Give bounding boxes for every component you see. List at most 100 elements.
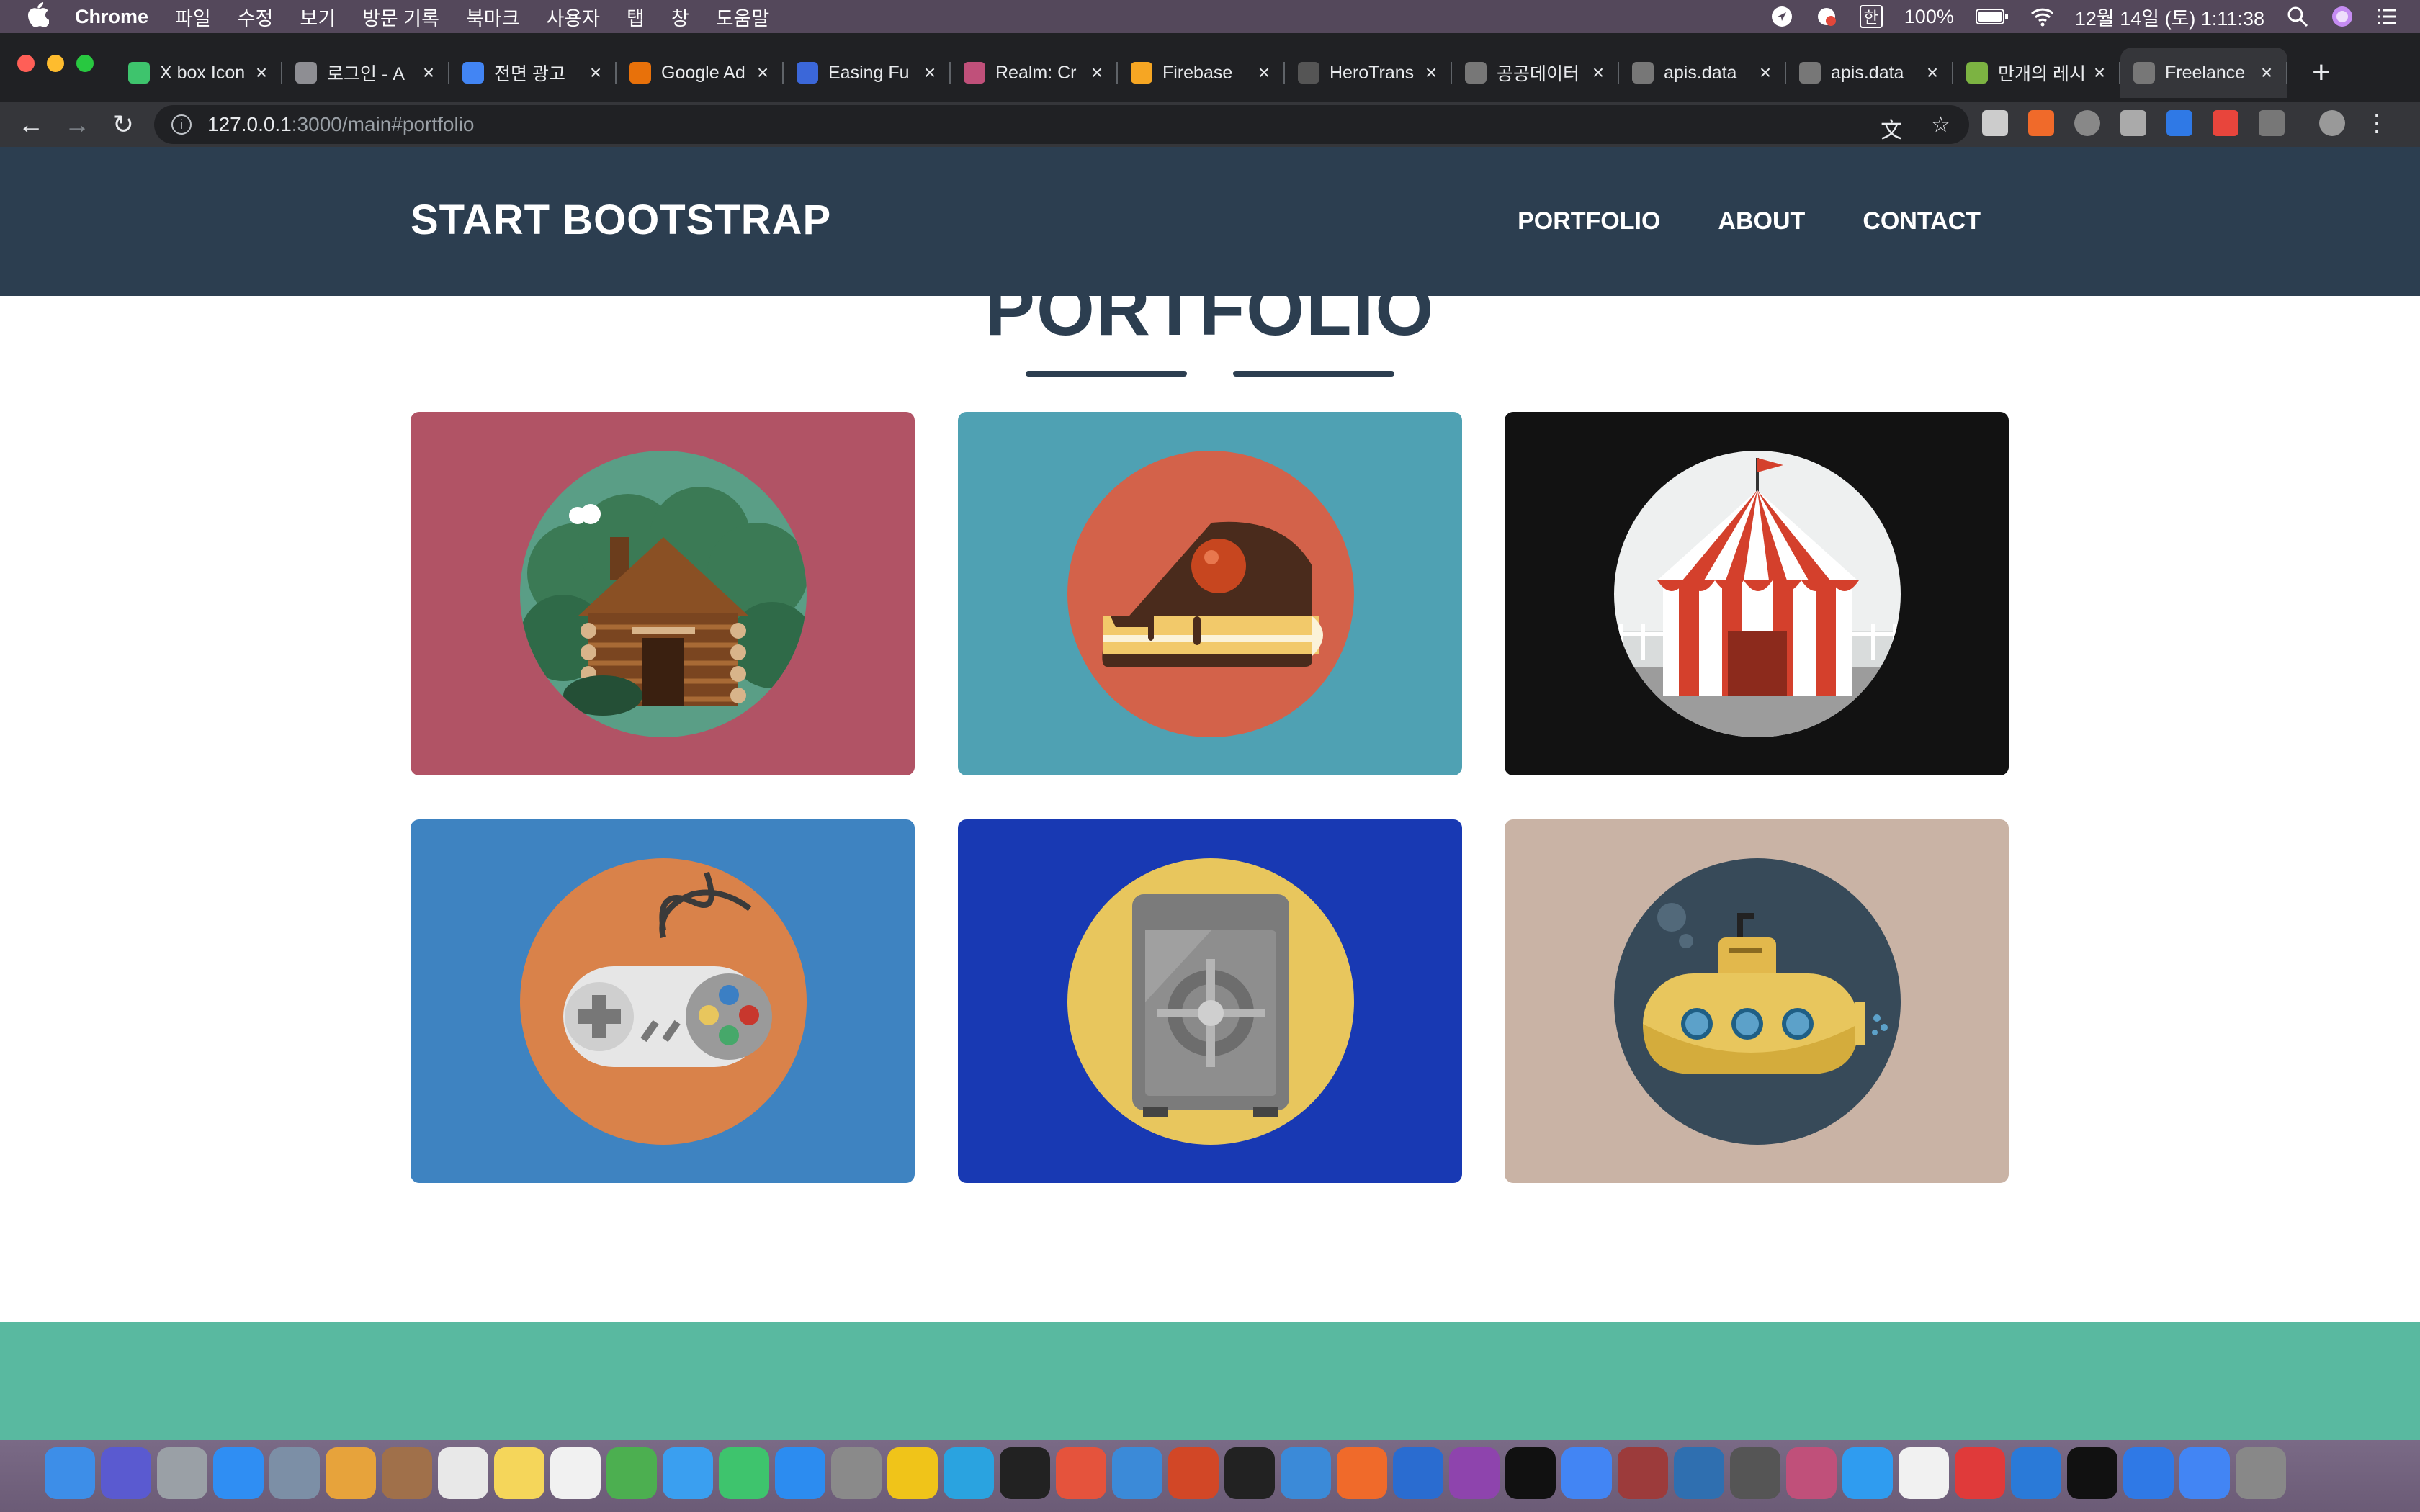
browser-tab[interactable]: apis.data × (1619, 48, 1786, 98)
dock-app-icon[interactable] (382, 1447, 432, 1499)
chrome-menu-icon[interactable]: ⋮ (2365, 109, 2388, 137)
notification-center-icon[interactable] (2375, 5, 2398, 28)
dock-app-icon[interactable] (663, 1447, 713, 1499)
dock-app-icon[interactable] (1000, 1447, 1050, 1499)
new-tab-button[interactable]: + (2312, 55, 2331, 91)
wifi-icon[interactable] (2030, 5, 2053, 28)
dock-app-icon[interactable] (1561, 1447, 1612, 1499)
dock-app-icon[interactable] (944, 1447, 994, 1499)
address-bar[interactable]: i 127.0.0.1:3000/main#portfolio 文 ☆ (154, 105, 1969, 144)
back-button[interactable]: ← (14, 108, 48, 141)
tab-close-icon[interactable]: × (586, 61, 605, 84)
extension-4-icon[interactable] (2120, 110, 2146, 136)
portfolio-item-cake[interactable] (958, 412, 1462, 775)
dock-app-icon[interactable] (550, 1447, 601, 1499)
dock-app-icon[interactable] (775, 1447, 825, 1499)
browser-tab[interactable]: Easing Fu × (784, 48, 951, 98)
dock-app-icon[interactable] (1056, 1447, 1106, 1499)
dock-app-icon[interactable] (1168, 1447, 1219, 1499)
tab-close-icon[interactable]: × (1923, 61, 1942, 84)
portfolio-item-game[interactable] (411, 819, 915, 1183)
extension-6-icon[interactable] (2213, 110, 2238, 136)
portfolio-item-cabin[interactable] (411, 412, 915, 775)
tab-close-icon[interactable]: × (2257, 61, 2276, 84)
menu-tab[interactable]: 탭 (627, 3, 645, 31)
battery-icon[interactable] (1975, 5, 2009, 28)
dock-app-icon[interactable] (494, 1447, 544, 1499)
menu-bookmarks[interactable]: 북마크 (466, 3, 520, 31)
forward-button[interactable]: → (60, 108, 94, 141)
menu-people[interactable]: 사용자 (546, 3, 600, 31)
dock-app-icon[interactable] (1337, 1447, 1387, 1499)
dock-app-icon[interactable] (1618, 1447, 1668, 1499)
clock[interactable]: 12월 14일 (토) 1:11:38 (2075, 3, 2264, 31)
dock-app-icon[interactable] (887, 1447, 938, 1499)
tab-close-icon[interactable]: × (753, 61, 772, 84)
tab-close-icon[interactable]: × (1756, 61, 1775, 84)
dock-app-icon[interactable] (1842, 1447, 1893, 1499)
tab-close-icon[interactable]: × (920, 61, 939, 84)
menu-app-name[interactable]: Chrome (75, 6, 148, 28)
site-info-icon[interactable]: i (171, 114, 192, 135)
siri-icon[interactable] (2331, 5, 2354, 28)
dock-app-icon[interactable] (213, 1447, 264, 1499)
tab-close-icon[interactable]: × (2090, 61, 2109, 84)
dock-app-icon[interactable] (1786, 1447, 1837, 1499)
browser-tab[interactable]: Google Ad × (617, 48, 784, 98)
dock-app-icon[interactable] (2123, 1447, 2174, 1499)
dock-app-icon[interactable] (606, 1447, 657, 1499)
tab-close-icon[interactable]: × (419, 61, 438, 84)
tab-close-icon[interactable]: × (1088, 61, 1106, 84)
dock-app-icon[interactable] (269, 1447, 320, 1499)
menu-history[interactable]: 방문 기록 (362, 3, 439, 31)
extension-2-icon[interactable] (2028, 110, 2054, 136)
portfolio-item-submarine[interactable] (1505, 819, 2009, 1183)
browser-tab[interactable]: 로그인 - A × (282, 48, 449, 98)
nav-portfolio[interactable]: PORTFOLIO (1518, 207, 1660, 235)
menu-window[interactable]: 창 (671, 3, 689, 31)
dock-app-icon[interactable] (1112, 1447, 1162, 1499)
minimize-window-button[interactable] (47, 55, 64, 72)
dock-app-icon[interactable] (2179, 1447, 2230, 1499)
browser-tab[interactable]: 공공데이터 × (1452, 48, 1619, 98)
dock-app-icon[interactable] (2011, 1447, 2061, 1499)
dock-app-icon[interactable] (1674, 1447, 1724, 1499)
dock-app-icon[interactable] (157, 1447, 207, 1499)
spotlight-search-icon[interactable] (2286, 5, 2309, 28)
browser-tab[interactable]: apis.data × (1786, 48, 1953, 98)
zoom-window-button[interactable] (76, 55, 94, 72)
close-window-button[interactable] (17, 55, 35, 72)
dock-app-icon[interactable] (1393, 1447, 1443, 1499)
nav-contact[interactable]: CONTACT (1863, 207, 1981, 235)
dock-app-icon[interactable] (1505, 1447, 1556, 1499)
tab-close-icon[interactable]: × (252, 61, 271, 84)
browser-tab[interactable]: HeroTrans × (1285, 48, 1452, 98)
portfolio-item-safe[interactable] (958, 819, 1462, 1183)
location-icon[interactable] (1770, 5, 1793, 28)
browser-tab[interactable]: 만개의 레시 × (1953, 48, 2120, 98)
translate-icon[interactable]: 文 (1881, 112, 1902, 144)
menu-view[interactable]: 보기 (300, 3, 336, 31)
portfolio-item-circus[interactable] (1505, 412, 2009, 775)
extension-3-icon[interactable] (2074, 110, 2100, 136)
apple-menu-icon[interactable] (27, 1, 56, 32)
extension-1-icon[interactable] (1982, 110, 2008, 136)
extension-7-icon[interactable] (2259, 110, 2285, 136)
dock-app-icon[interactable] (2067, 1447, 2118, 1499)
nav-about[interactable]: ABOUT (1718, 207, 1805, 235)
tab-close-icon[interactable]: × (1589, 61, 1608, 84)
dock-app-icon[interactable] (1955, 1447, 2005, 1499)
dock-app-icon[interactable] (326, 1447, 376, 1499)
dock-app-icon[interactable] (1224, 1447, 1275, 1499)
browser-tab[interactable]: Firebase × (1118, 48, 1285, 98)
dock-app-icon[interactable] (1449, 1447, 1500, 1499)
dock-app-icon[interactable] (1899, 1447, 1949, 1499)
browser-tab[interactable]: Freelance × (2120, 48, 2287, 98)
tab-close-icon[interactable]: × (1422, 61, 1440, 84)
tab-close-icon[interactable]: × (1255, 61, 1273, 84)
menu-file[interactable]: 파일 (175, 3, 211, 31)
reload-button[interactable]: ↻ (107, 108, 140, 141)
site-brand[interactable]: START BOOTSTRAP (411, 196, 831, 244)
browser-tab[interactable]: Realm: Cr × (951, 48, 1118, 98)
notification-icon[interactable] (1815, 5, 1838, 28)
